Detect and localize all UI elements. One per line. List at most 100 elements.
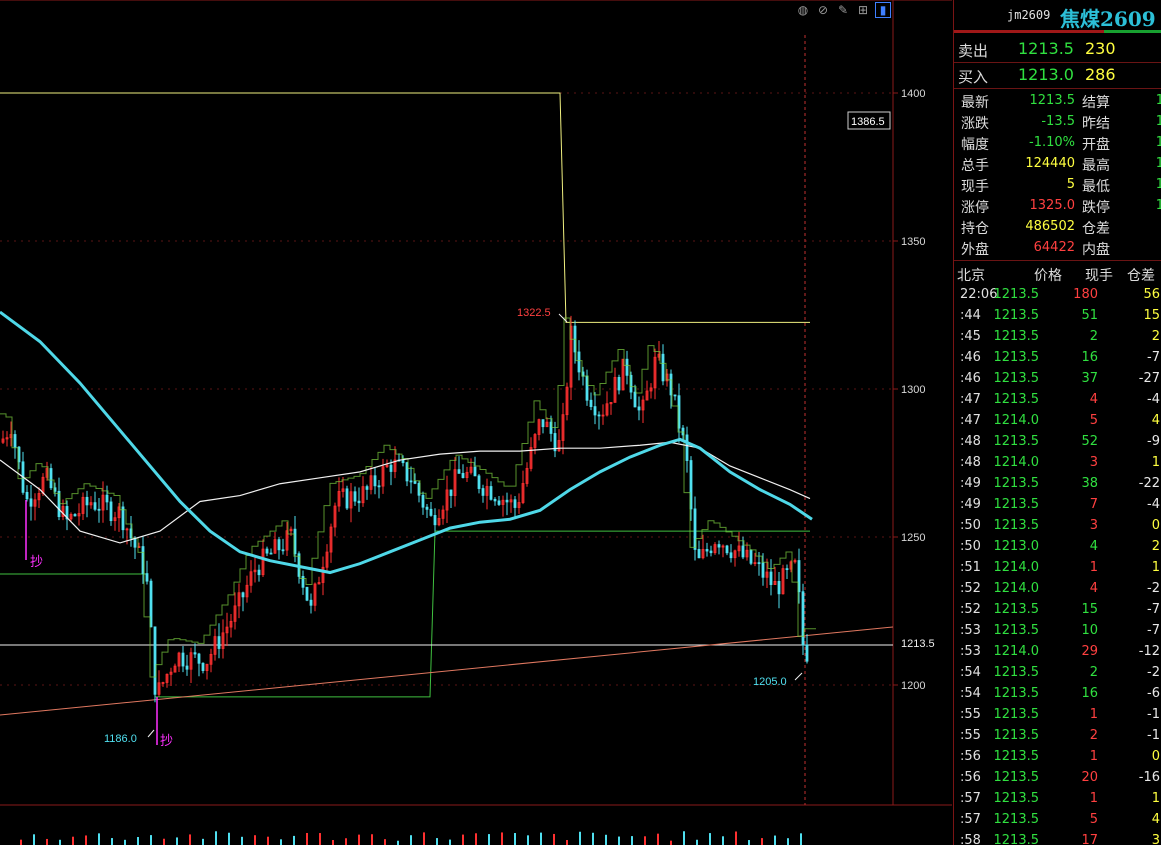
volume-bar (72, 836, 74, 845)
volume-bar (527, 835, 529, 845)
tick-time: :49 (960, 476, 981, 491)
tick-price: 1213.5 (993, 497, 1040, 512)
stat-row: 幅度 -1.10% (961, 132, 1075, 153)
bid-price: 1213.0 (1018, 65, 1074, 84)
eye-off-icon[interactable]: ⊘ (815, 2, 831, 18)
tick-row[interactable]: :58 1213.5 17 3 (954, 830, 1161, 845)
candle-body (377, 485, 381, 488)
tick-row[interactable]: :54 1213.5 16 -6 (954, 683, 1161, 704)
tick-price: 1213.5 (993, 749, 1040, 764)
volume-bar (683, 831, 685, 845)
tick-oi-change: 4 (1151, 413, 1160, 428)
price-axis-label: 1400 (901, 88, 925, 100)
tick-time: :58 (960, 833, 981, 845)
stat-label: 开盘 (1082, 137, 1110, 153)
tick-row[interactable]: :49 1213.5 7 -4 (954, 494, 1161, 515)
volume-bar (514, 833, 516, 845)
tick-row[interactable]: :48 1214.0 3 1 (954, 452, 1161, 473)
candle-body (805, 644, 809, 662)
candle-body (309, 599, 313, 606)
volume-bar (605, 834, 607, 845)
tick-row[interactable]: :56 1213.5 20 -16 (954, 767, 1161, 788)
tick-row[interactable]: :50 1213.5 3 0 (954, 515, 1161, 536)
tick-row[interactable]: :53 1213.5 10 -7 (954, 620, 1161, 641)
tick-volume: 180 (1073, 287, 1098, 302)
low-price-annotation: 1186.0 (104, 733, 137, 745)
tick-time: :54 (960, 665, 981, 680)
candle-body (269, 552, 273, 555)
candle-body (709, 550, 713, 554)
tick-row[interactable]: :47 1214.0 5 4 (954, 410, 1161, 431)
tick-row[interactable]: :45 1213.5 2 2 (954, 326, 1161, 347)
ask-volume: 230 (1085, 39, 1116, 58)
tick-row[interactable]: :55 1213.5 1 -1 (954, 704, 1161, 725)
volume-bar (371, 834, 373, 845)
tick-row[interactable]: :51 1214.0 1 1 (954, 557, 1161, 578)
tick-oi-change: -1 (1147, 707, 1160, 722)
tick-row[interactable]: :57 1213.5 1 1 (954, 788, 1161, 809)
volume-bar (449, 839, 451, 845)
stat-value: 64422 (1033, 240, 1075, 255)
candle-body (193, 652, 197, 655)
volume-bar (748, 840, 750, 845)
tick-row[interactable]: :48 1213.5 52 -9 (954, 431, 1161, 452)
tick-row[interactable]: :46 1213.5 16 -7 (954, 347, 1161, 368)
bid-row[interactable]: 买入 1213.0 286 (954, 62, 1161, 88)
stat-label: 最低 (1082, 179, 1110, 195)
candle-body (49, 468, 53, 489)
tick-row[interactable]: :56 1213.5 1 0 (954, 746, 1161, 767)
grid-icon[interactable]: ⊞ (855, 2, 871, 18)
tick-row[interactable]: :55 1213.5 2 -1 (954, 725, 1161, 746)
lightbulb-icon[interactable]: ◍ (795, 2, 811, 18)
tick-price: 1213.0 (993, 539, 1040, 554)
stat-value: 1 (1156, 156, 1161, 171)
tick-volume: 1 (1089, 560, 1098, 575)
price-chart-area[interactable]: 1400 1350 1300 1250 1200 1322.5 1186.0 1205.0 抄抄… (0, 0, 952, 845)
tick-row[interactable]: :46 1213.5 37 -27 (954, 368, 1161, 389)
bid-label: 买入 (958, 68, 989, 86)
stat-row: 最新 1213.5 (961, 90, 1075, 111)
stat-value: -1.10% (1029, 135, 1075, 150)
tick-time: :57 (960, 791, 981, 806)
candle-body (625, 358, 629, 376)
stat-label: 涨停 (961, 200, 989, 216)
tick-row[interactable]: :44 1213.5 51 15 (954, 305, 1161, 326)
stat-value: 1 (1156, 93, 1161, 108)
tick-row[interactable]: :57 1213.5 5 4 (954, 809, 1161, 830)
candle-body (425, 506, 429, 510)
tick-row[interactable]: :52 1213.5 15 -7 (954, 599, 1161, 620)
stat-row: 外盘 64422 (961, 237, 1075, 258)
candle-body (673, 394, 677, 397)
tick-row[interactable]: 22:06 1213.5 180 56 (954, 284, 1161, 305)
tick-row[interactable]: :53 1214.0 29 -12 (954, 641, 1161, 662)
tick-oi-change: -16 (1138, 770, 1160, 785)
candle-body (481, 488, 485, 496)
candle-body (145, 573, 149, 582)
kline-chart[interactable]: 140013501300125012001322.51186.01205.0抄抄… (0, 0, 952, 845)
tick-oi-change: 3 (1151, 833, 1160, 845)
tick-price: 1213.5 (993, 371, 1040, 386)
tick-row[interactable]: :52 1214.0 4 -2 (954, 578, 1161, 599)
ask-row[interactable]: 卖出 1213.5 230 (954, 36, 1161, 62)
volume-bar (618, 836, 620, 845)
tick-row[interactable]: :54 1213.5 2 -2 (954, 662, 1161, 683)
volume-bar (566, 840, 568, 845)
ask-label: 卖出 (958, 42, 989, 60)
tick-price: 1213.5 (993, 728, 1040, 743)
tick-row[interactable]: :47 1213.5 4 -4 (954, 389, 1161, 410)
candle-body (433, 515, 437, 526)
stat-label: 总手 (961, 158, 989, 174)
candle-body (785, 568, 789, 571)
pencil-icon[interactable]: ✎ (835, 2, 851, 18)
candle-body (741, 545, 745, 558)
volume-bar (293, 835, 295, 845)
tick-row[interactable]: :49 1213.5 38 -22 (954, 473, 1161, 494)
panel-icon[interactable]: ▮ (875, 2, 891, 18)
candle-body (725, 545, 729, 554)
tick-oi-change: -7 (1147, 623, 1160, 638)
tick-row[interactable]: :50 1213.0 4 2 (954, 536, 1161, 557)
tick-oi-change: -4 (1147, 392, 1160, 407)
stat-row: 昨结 1 (1082, 111, 1161, 132)
tick-oi-change: -6 (1147, 686, 1160, 701)
tick-volume: 4 (1089, 392, 1098, 407)
